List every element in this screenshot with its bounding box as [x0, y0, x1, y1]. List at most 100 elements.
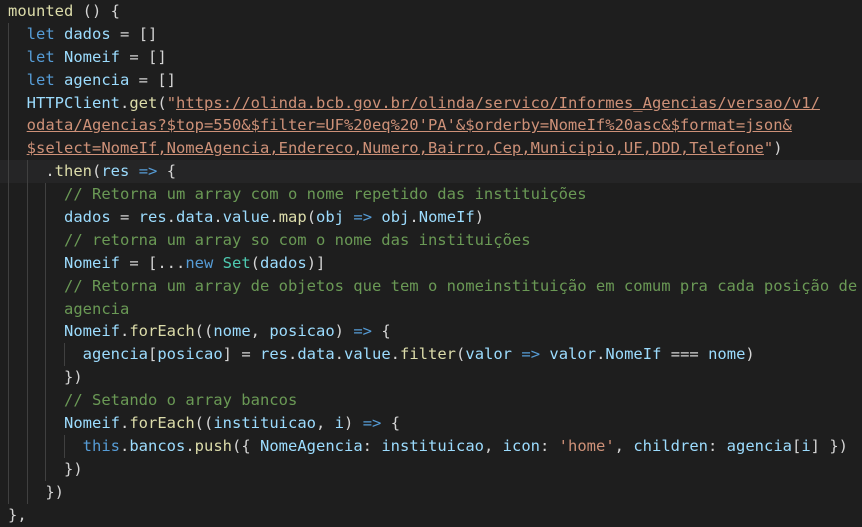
code-token-plain: ( [92, 162, 102, 181]
code-line[interactable]: // Retorna um array com o nome repetido … [0, 183, 862, 207]
code-token-plain: . [120, 414, 130, 433]
code-token-plain: (( [194, 414, 214, 433]
code-token-kw: => [138, 162, 158, 181]
code-token-plain: . [119, 436, 130, 455]
code-token-var: children [633, 436, 708, 455]
code-token-plain: { [372, 322, 391, 341]
code-line[interactable]: // retorna um array so com o nome das in… [0, 228, 862, 252]
code-token-fn: then [54, 162, 92, 181]
code-token-var: value [222, 208, 270, 227]
code-token-plain: { [381, 414, 401, 433]
indent-guide [8, 160, 9, 184]
indent-guide [8, 45, 9, 69]
code-line[interactable]: odata/Agencias?$top=550&$filter=UF%20eq%… [0, 114, 862, 138]
indent-guide [8, 274, 9, 298]
code-token-plain: . [185, 436, 195, 455]
code-line[interactable]: Nomeif = [...new Set(dados)] [0, 251, 862, 275]
code-line[interactable]: let dados = [] [0, 22, 862, 46]
indent-guide [26, 434, 28, 458]
code-token-plain: . [596, 345, 606, 364]
code-token-var: instituicao [381, 436, 484, 455]
code-line[interactable]: }) [0, 366, 862, 390]
code-token-plain: (( [194, 322, 214, 341]
code-token-url[interactable]: odata/Agencias?$top=550&$filter=UF%20eq%… [27, 116, 792, 134]
code-token-plain: === [661, 345, 709, 364]
code-line[interactable]: }) [0, 457, 862, 481]
code-line[interactable]: agencia[posicao] = res.data.value.filter… [0, 343, 862, 367]
code-line[interactable]: Nomeif.forEach((nome, posicao) => { [0, 320, 862, 344]
code-line[interactable]: agencia [0, 297, 862, 321]
code-token-plain: , [614, 436, 634, 455]
indent-guide [45, 183, 47, 207]
indent-guide [8, 412, 9, 435]
code-token-plain: [ [147, 345, 158, 364]
indent-guide [8, 228, 9, 252]
indent-guide [45, 457, 47, 481]
code-line[interactable]: this.bancos.push({ NomeAgencia: institui… [0, 434, 862, 458]
indent-guide [8, 320, 9, 344]
code-token-cmt: // Setando o array bancos [64, 391, 298, 410]
code-line[interactable]: let agencia = [] [0, 68, 862, 92]
code-token-plain: : [707, 436, 727, 455]
indent-guide [45, 434, 47, 458]
code-token-url[interactable]: $select=NomeIf,NomeAgencia,Endereco,Nume… [27, 139, 764, 157]
code-token-fn: map [278, 208, 307, 227]
code-token-var: nome [213, 322, 251, 341]
code-token-var: res [101, 162, 130, 181]
indent-guide [8, 366, 9, 390]
code-token-plain: . [166, 208, 177, 227]
code-token-plain: ) [745, 345, 755, 364]
indent-guide [26, 228, 28, 252]
code-line[interactable]: $select=NomeIf,NomeAgencia,Endereco,Nume… [0, 137, 862, 161]
code-line[interactable]: Nomeif.forEach((instituicao, i) => { [0, 412, 862, 435]
indent-guide [45, 343, 47, 367]
code-line[interactable]: dados = res.data.value.map(obj => obj.No… [0, 206, 862, 229]
code-token-kw: => [353, 208, 373, 227]
code-token-url[interactable]: https://olinda.bcb.gov.br/olinda/servico… [176, 94, 820, 112]
code-token-plain: ) [773, 139, 783, 158]
code-line[interactable]: // Setando o array bancos [0, 389, 862, 413]
code-token-fn: mounted [8, 2, 74, 20]
code-token-kw: new [185, 253, 214, 272]
code-line[interactable]: }, [0, 504, 862, 527]
code-line[interactable]: HTTPClient.get("https://olinda.bcb.gov.b… [0, 91, 862, 115]
code-token-kw: => [521, 345, 541, 364]
code-line[interactable]: .then(res => { [0, 160, 862, 184]
code-line[interactable]: }) [0, 480, 862, 504]
code-token-plain: . [213, 208, 223, 227]
code-token-cmt: agencia [64, 299, 130, 318]
code-token-kw: this [82, 436, 120, 455]
code-token-plain: )] [306, 253, 326, 272]
code-token-plain: ) [344, 414, 363, 433]
indent-guide [26, 160, 28, 184]
code-token-var: icon [502, 436, 540, 455]
code-token-var: obj [316, 208, 345, 227]
code-token-plain: }) [64, 368, 83, 387]
code-token-plain: . [390, 345, 401, 364]
code-line[interactable]: mounted () { [0, 0, 862, 23]
code-token-fn: forEach [129, 322, 195, 341]
indent-guide [45, 320, 47, 344]
code-line[interactable]: // Retorna um array de objetos que tem o… [0, 274, 862, 298]
indent-guide [8, 206, 9, 229]
code-token-var: i [801, 436, 811, 455]
code-token-var: posicao [269, 322, 335, 341]
indent-guide [45, 412, 47, 435]
code-editor[interactable]: mounted () { let dados = [] let Nomeif =… [0, 0, 862, 527]
code-token-plain: = [] [129, 70, 177, 89]
code-token-var: Nomeif [64, 322, 120, 341]
indent-guide [8, 114, 9, 138]
code-token-str: " [763, 139, 774, 158]
code-line[interactable]: let Nomeif = [] [0, 45, 862, 69]
indent-guide [45, 366, 47, 390]
code-token-kw: let [26, 70, 55, 89]
code-token-plain: ) [474, 208, 485, 227]
